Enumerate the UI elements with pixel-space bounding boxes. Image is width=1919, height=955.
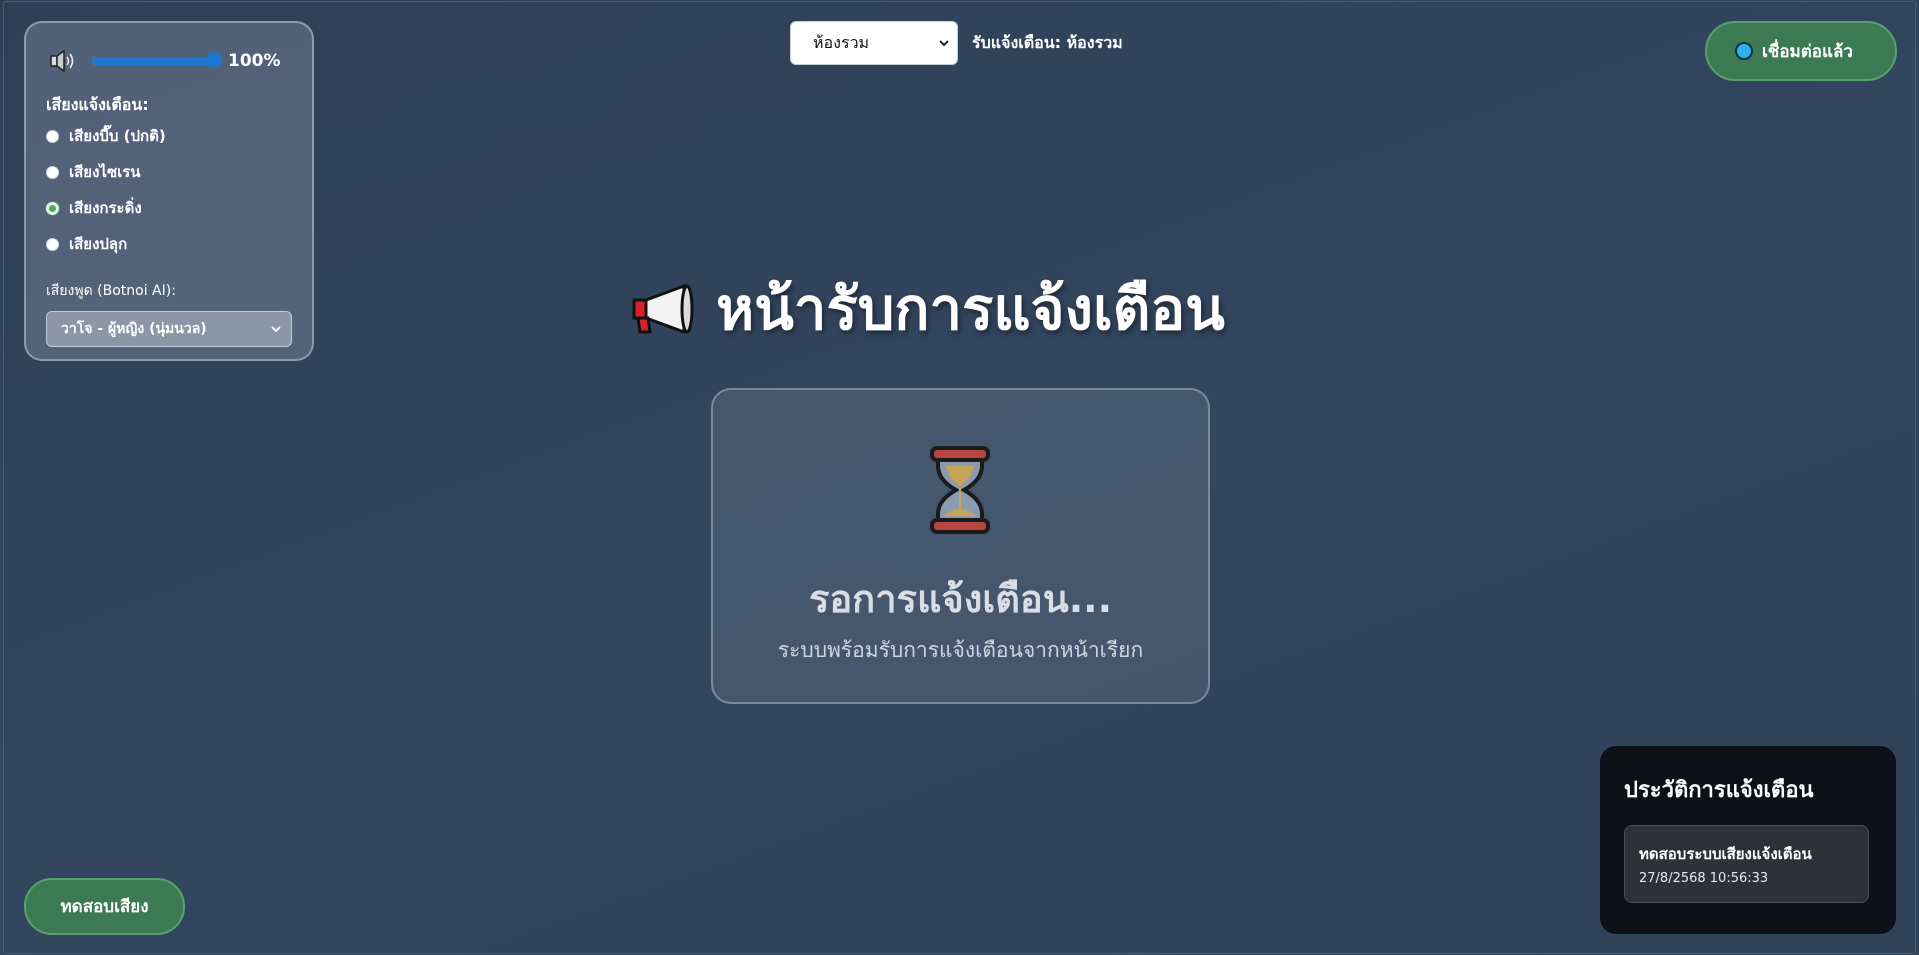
alert-sound-option-siren[interactable]: เสียงไซเรน (46, 154, 292, 190)
megaphone-icon (632, 283, 694, 334)
alert-history-panel: ประวัติการแจ้งเตือน ทดสอบระบบเสียงแจ้งเต… (1600, 746, 1896, 934)
radio-button[interactable] (46, 165, 59, 179)
history-item-time: 27/8/2568 10:56:33 (1639, 871, 1769, 886)
history-item[interactable]: ทดสอบระบบเสียงแจ้งเตือน 27/8/2568 10:56:… (1624, 825, 1869, 903)
radio-button[interactable] (46, 201, 59, 215)
hourglass-icon (930, 446, 990, 534)
test-sound-button[interactable]: ทดสอบเสียง (24, 878, 185, 935)
room-status-text: รับแจ้งเตือน: ห้องรวม (972, 33, 1123, 52)
volume-slider-thumb[interactable] (206, 52, 222, 68)
alert-sound-option-alarm[interactable]: เสียงปลุก (46, 226, 292, 262)
room-select-value: ห้องรวม (813, 32, 870, 52)
alert-sound-options: เสียงบี๊บ (ปกติ) เสียงไซเรน เสียงกระดิ่ง… (46, 118, 292, 262)
alert-sound-label: เสียงกระดิ่ง (69, 199, 142, 217)
waiting-title: รอการแจ้งเตือน... (808, 577, 1113, 621)
connection-dot-icon (1735, 42, 1753, 60)
room-select[interactable]: ห้องรวม (790, 21, 958, 65)
page-header: หน้ารับการแจ้งเตือน (626, 262, 1225, 355)
alert-sound-label: เสียงบี๊บ (ปกติ) (69, 127, 166, 145)
voice-select-value: วาโจ - ผู้หญิง (นุ่มนวล) (61, 321, 207, 337)
connection-status-badge: เชื่อมต่อแล้ว (1705, 21, 1897, 81)
radio-button[interactable] (46, 237, 59, 251)
voice-label: เสียงพูด (Botnoi AI): (46, 283, 176, 299)
alert-sound-option-bell[interactable]: เสียงกระดิ่ง (46, 190, 292, 226)
history-title: ประวัติการแจ้งเตือน (1624, 778, 1814, 803)
volume-value: 100% (228, 51, 281, 71)
waiting-card: รอการแจ้งเตือน... ระบบพร้อมรับการแจ้งเตื… (711, 388, 1210, 704)
alert-sound-label: เสียงปลุก (69, 235, 128, 253)
voice-select[interactable]: วาโจ - ผู้หญิง (นุ่มนวล) (46, 311, 292, 347)
volume-row: 100% (46, 43, 292, 79)
speaker-icon[interactable] (48, 48, 78, 74)
alert-sound-label: เสียงไซเรน (69, 163, 141, 181)
connection-status-label: เชื่อมต่อแล้ว (1762, 41, 1853, 62)
alert-sound-title: เสียงแจ้งเตือน: (46, 95, 149, 114)
radio-button[interactable] (46, 129, 59, 143)
volume-slider-fill (92, 57, 214, 65)
alert-sound-option-beep[interactable]: เสียงบี๊บ (ปกติ) (46, 118, 292, 154)
chevron-down-icon (939, 40, 949, 47)
volume-slider[interactable] (92, 52, 222, 68)
sound-settings-panel: 100% เสียงแจ้งเตือน: เสียงบี๊บ (ปกติ) เส… (24, 21, 314, 361)
page-title: หน้ารับการแจ้งเตือน (716, 275, 1225, 343)
waiting-subtitle: ระบบพร้อมรับการแจ้งเตือนจากหน้าเรียก (777, 638, 1144, 662)
chevron-down-icon (271, 326, 281, 333)
history-item-title: ทดสอบระบบเสียงแจ้งเตือน (1639, 845, 1812, 863)
